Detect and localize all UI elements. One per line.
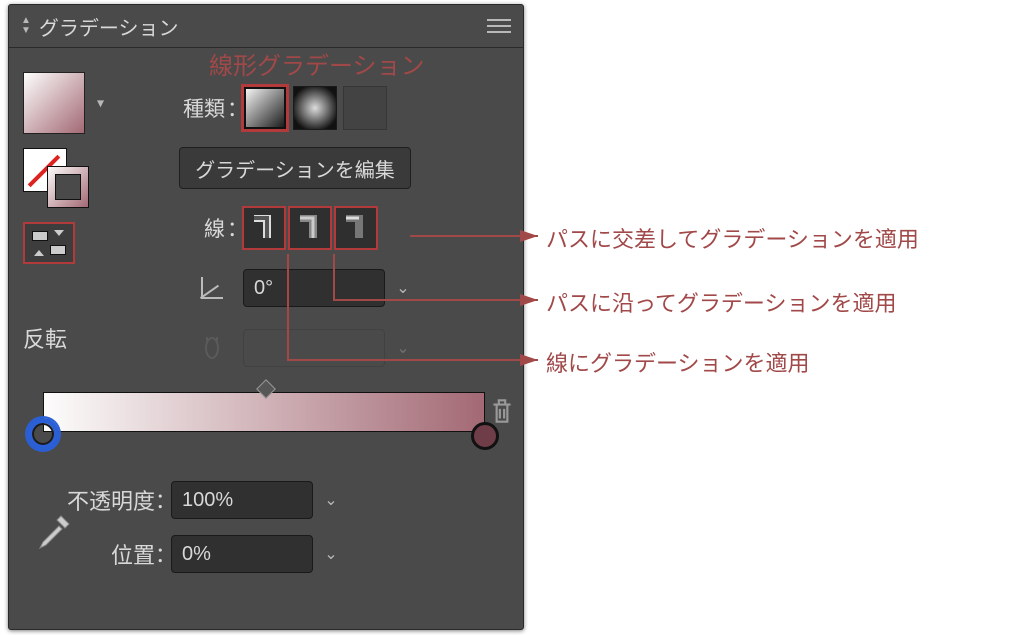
stroke-mode-row: 線 ： [139,206,519,250]
swatch-dropdown-caret[interactable]: ▾ [97,95,104,112]
gradient-subtitle-annotation: 線形グラデーション [209,46,425,81]
reverse-gradient-button[interactable] [23,222,75,264]
gradient-slider[interactable] [23,392,509,432]
ratio-dropdown: ⌄ [385,330,421,366]
stroke-label: 線 [139,213,225,243]
angle-icon [199,275,225,301]
delete-stop-icon[interactable] [489,396,515,426]
stroke-mode-options [243,207,377,249]
angle-value: 0° [254,277,273,300]
collapse-icon[interactable]: ▲▼ [21,17,31,35]
swatch-column: ▾ [23,72,113,264]
gradient-bar[interactable] [43,392,485,432]
reverse-icon [32,231,66,255]
type-options [243,86,387,130]
gradient-panel: ▲▼ グラデーション 線形グラデーション ▾ 反転 [8,4,524,630]
panel-menu-icon[interactable] [487,14,511,38]
opacity-dropdown[interactable]: ⌄ [313,482,349,518]
angle-row: 0° ⌄ [139,266,519,310]
type-label: 種類 [139,93,225,123]
angle-input[interactable]: 0° [243,269,385,307]
eyedropper-icon[interactable] [35,512,73,550]
annotation-across: パスに交差してグラデーションを適用 [546,222,919,254]
ratio-input [243,329,385,367]
stroke-mode-along[interactable] [289,207,331,249]
aspect-ratio-icon [199,335,225,361]
panel-body: 線形グラデーション ▾ 反転 種類 ： [9,48,523,598]
edit-row: グラデーションを編集 [139,146,519,190]
stroke-swatch[interactable] [47,166,89,208]
gradient-swatch[interactable]: ▾ [23,72,85,134]
panel-titlebar: ▲▼ グラデーション [9,5,523,48]
position-value: 0% [182,543,211,566]
type-linear[interactable] [243,86,287,130]
position-input[interactable]: 0% [171,535,313,573]
stop-properties: 不透明度 ： 100% ⌄ 位置 ： 0% ⌄ [23,478,509,576]
type-radial[interactable] [293,86,337,130]
edit-gradient-button[interactable]: グラデーションを編集 [179,147,411,189]
annotation-within: 線にグラデーションを適用 [546,346,810,378]
stroke-mode-within[interactable] [243,207,285,249]
ratio-row: ⌄ [139,326,519,370]
stroke-mode-across[interactable] [335,207,377,249]
position-dropdown[interactable]: ⌄ [313,536,349,572]
type-row: 種類 ： [139,86,519,130]
gradient-stop-end[interactable] [471,422,499,450]
annotation-along: パスに沿ってグラデーションを適用 [546,286,896,318]
type-freeform[interactable] [343,86,387,130]
gradient-stop-start[interactable] [27,418,59,450]
gradient-form: 種類 ： グラデーションを編集 線 ： [139,86,519,370]
reverse-label: 反転 [23,322,67,354]
opacity-input[interactable]: 100% [171,481,313,519]
fill-stroke-switcher[interactable] [23,148,89,206]
opacity-value: 100% [182,489,233,512]
angle-dropdown[interactable]: ⌄ [385,270,421,306]
panel-title: グラデーション [39,12,487,41]
